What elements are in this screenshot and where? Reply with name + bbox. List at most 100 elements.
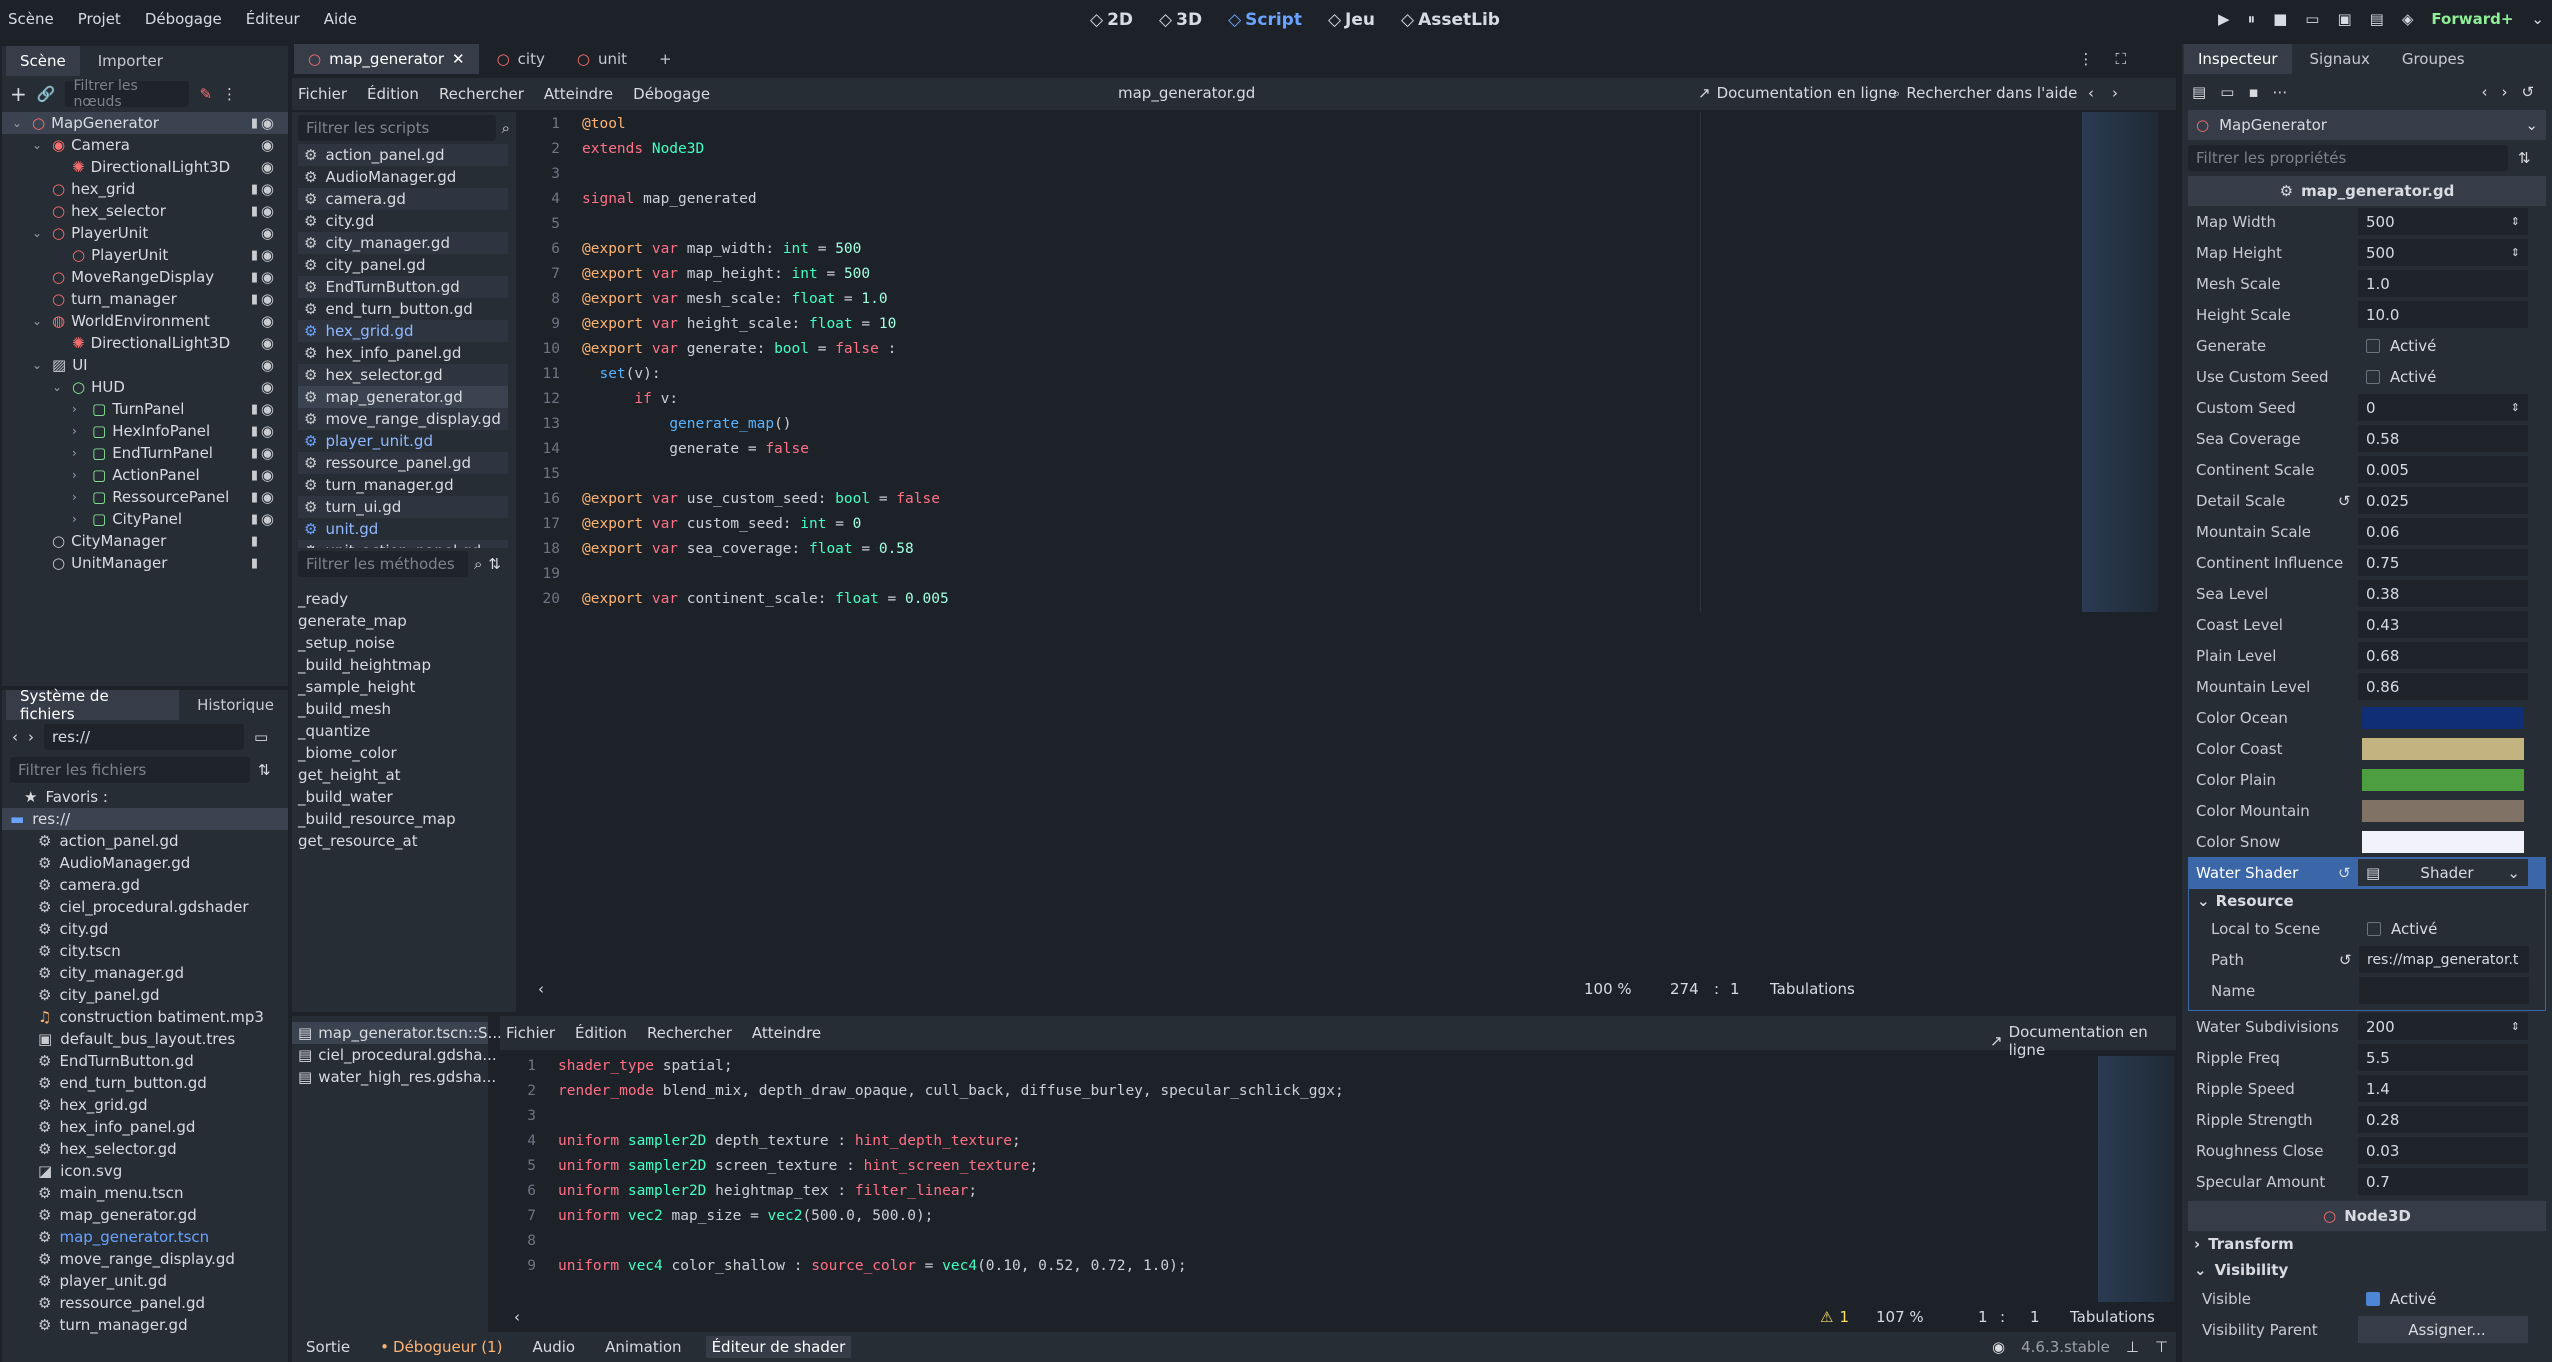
chevron-down-icon[interactable]: ⌄ <box>52 380 66 394</box>
chevron-right-icon[interactable]: › <box>72 446 86 460</box>
add-node-icon[interactable]: + <box>10 82 27 106</box>
file-item[interactable]: ⚙ hex_selector.gd <box>38 1138 288 1160</box>
zoom-label[interactable]: 107 % <box>1876 1308 1924 1326</box>
checkbox[interactable]: Activé <box>2358 332 2528 359</box>
eye-icon[interactable]: ◉ <box>261 114 274 132</box>
value-input[interactable]: 0.58 <box>2358 425 2528 452</box>
file-item[interactable]: ⚙ hex_info_panel.gd <box>38 1116 288 1138</box>
value-input[interactable]: 1.4 <box>2358 1075 2528 1102</box>
forward-icon[interactable]: › <box>28 728 34 746</box>
shader-code[interactable]: 1 shader_type spatial; 2 render_mode blend_… <box>500 1056 2176 1302</box>
color-picker[interactable] <box>2362 768 2524 791</box>
eye-icon[interactable]: ◉ <box>261 180 274 198</box>
favorites-row[interactable]: ★ Favoris : <box>24 786 288 808</box>
value-input[interactable]: 0.28 <box>2358 1106 2528 1133</box>
chevron-down-icon[interactable]: ⌄ <box>32 138 46 152</box>
menu-4[interactable]: Aide <box>324 10 357 28</box>
back-icon[interactable]: ‹ <box>2088 84 2094 102</box>
value-input[interactable]: 10.0 <box>2358 301 2528 328</box>
bottom-tab-3[interactable]: Animation <box>599 1336 687 1358</box>
script-icon[interactable]: ▮ <box>251 534 258 549</box>
play-custom-icon[interactable]: ◈ <box>2402 10 2414 28</box>
online-doc-link[interactable]: ↗ Documentation en ligne <box>1698 84 1897 102</box>
file-item[interactable]: ⚙ player_unit.gd <box>38 1270 288 1292</box>
file-item[interactable]: ♫ construction batiment.mp3 <box>38 1006 288 1028</box>
script-item[interactable]: ⚙ hex_info_panel.gd <box>298 342 508 364</box>
color-picker[interactable] <box>2362 706 2524 729</box>
pin-icon[interactable]: ⊥ <box>2126 1338 2139 1356</box>
mode-button-2d[interactable]: ◇ 2D <box>1090 10 1133 30</box>
more-icon[interactable]: ⋮ <box>222 85 237 103</box>
tree-node[interactable]: ○ hex_selector ▮ ◉ <box>2 200 288 222</box>
tree-node[interactable]: ⌄ ○ MapGenerator ▮ ◉ <box>2 112 288 134</box>
extra-icon[interactable]: ⋯ <box>2273 83 2288 101</box>
value-input[interactable]: 0.025 <box>2358 487 2528 514</box>
menu-0[interactable]: Scène <box>8 10 54 28</box>
value-input[interactable]: 0.06 <box>2358 518 2528 545</box>
script-icon[interactable]: ▮ <box>251 556 258 571</box>
method-item[interactable]: get_resource_at <box>292 830 516 852</box>
script-icon[interactable]: ▮ <box>251 270 258 285</box>
eye-icon[interactable]: ◉ <box>261 488 274 506</box>
tree-node[interactable]: › ▢ EndTurnPanel ▮ ◉ <box>2 442 288 464</box>
tree-node[interactable]: › ▢ TurnPanel ▮ ◉ <box>2 398 288 420</box>
tree-node[interactable]: ✺ DirectionalLight3D ◉ <box>2 156 288 178</box>
expand-icon[interactable]: ⊤ <box>2155 1338 2168 1356</box>
script-icon[interactable]: ▮ <box>251 182 258 197</box>
renderer-selector[interactable]: Forward+ <box>2431 10 2513 28</box>
shader-menu-3[interactable]: Atteindre <box>752 1024 821 1042</box>
checkbox[interactable]: Activé <box>2358 363 2528 390</box>
tree-node[interactable]: ○ MoveRangeDisplay ▮ ◉ <box>2 266 288 288</box>
sort-icon[interactable]: ⇅ <box>258 761 271 779</box>
script-item[interactable]: ⚙ city_panel.gd <box>298 254 508 276</box>
script-menu-1[interactable]: Édition <box>367 85 419 103</box>
spin-arrows-icon[interactable]: ⇕ <box>2511 215 2520 228</box>
collapse-left-icon[interactable]: ‹ <box>514 1308 520 1326</box>
eye-icon[interactable]: ◉ <box>261 136 274 154</box>
method-item[interactable]: _setup_noise <box>292 632 516 654</box>
indent-label[interactable]: Tabulations <box>2070 1308 2155 1326</box>
back-icon[interactable]: ‹ <box>12 728 18 746</box>
link-icon[interactable]: 🔗 <box>37 85 56 103</box>
file-item[interactable]: ⚙ city.gd <box>38 918 288 940</box>
chevron-right-icon[interactable]: › <box>72 468 86 482</box>
eye-icon[interactable]: ◉ <box>261 158 274 176</box>
file-item[interactable]: ⚙ map_generator.gd <box>38 1204 288 1226</box>
tree-node[interactable]: ⌄ ◍ WorldEnvironment ◉ <box>2 310 288 332</box>
value-input[interactable]: 0.005 <box>2358 456 2528 483</box>
spin-input[interactable]: 500 ⇕ <box>2358 208 2528 235</box>
help-search-button[interactable]: ⌕ Rechercher dans l'aide <box>1892 84 2077 102</box>
file-item[interactable]: ◪ icon.svg <box>38 1160 288 1182</box>
mode-button-3d[interactable]: ◇ 3D <box>1159 10 1202 30</box>
method-item[interactable]: _quantize <box>292 720 516 742</box>
method-item[interactable]: _sample_height <box>292 676 516 698</box>
eye-icon[interactable]: ◉ <box>261 290 274 308</box>
method-item[interactable]: _build_heightmap <box>292 654 516 676</box>
script-item[interactable]: ⚙ turn_manager.gd <box>298 474 508 496</box>
eye-icon[interactable]: ◉ <box>261 268 274 286</box>
script-item[interactable]: ⚙ action_panel.gd <box>298 144 508 166</box>
save-icon[interactable]: ▪ <box>2248 83 2258 101</box>
res-root-row[interactable]: ▬ res:// <box>2 808 288 830</box>
shader-menu-1[interactable]: Édition <box>575 1024 627 1042</box>
file-item[interactable]: ⚙ EndTurnButton.gd <box>38 1050 288 1072</box>
script-icon[interactable]: ▮ <box>251 204 258 219</box>
bottom-tab-4[interactable]: Éditeur de shader <box>705 1336 852 1358</box>
scene-tab-map_generator[interactable]: ○ map_generator ✕ <box>294 44 479 74</box>
assign-button[interactable]: Assigner... <box>2358 1316 2528 1343</box>
tree-node[interactable]: ⌄ ◉ Camera ◉ <box>2 134 288 156</box>
revert-icon[interactable]: ↺ <box>2338 864 2351 882</box>
node3d-section-header[interactable]: ○ Node3D <box>2188 1201 2546 1231</box>
path-input[interactable]: res://map_generator.t <box>2359 946 2529 973</box>
local-to-scene-checkbox[interactable]: Activé <box>2359 915 2529 942</box>
eye-icon[interactable]: ◉ <box>261 224 274 242</box>
menu-3[interactable]: Éditeur <box>246 10 300 28</box>
indent-label[interactable]: Tabulations <box>1770 980 1855 998</box>
file-item[interactable]: ⚙ city_manager.gd <box>38 962 288 984</box>
chevron-down-icon[interactable]: ⌄ <box>12 116 26 130</box>
shader-file-item[interactable]: ▤ map_generator.tscn::S... <box>292 1022 502 1044</box>
tree-node[interactable]: ⌄ ○ HUD ◉ <box>2 376 288 398</box>
value-input[interactable]: 0.7 <box>2358 1168 2528 1195</box>
script-item[interactable]: ⚙ city_manager.gd <box>298 232 508 254</box>
tree-node[interactable]: ⌄ ○ PlayerUnit ◉ <box>2 222 288 244</box>
